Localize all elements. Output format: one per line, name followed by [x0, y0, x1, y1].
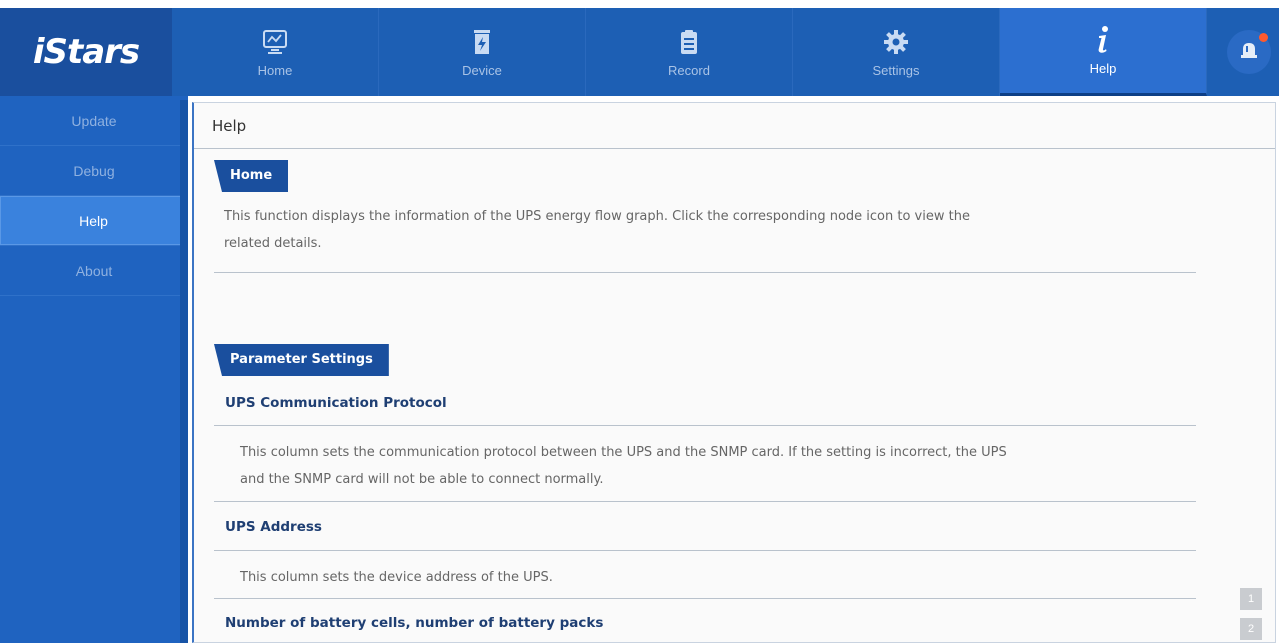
subheading-battery-cells-packs: Number of battery cells, number of batte…: [225, 615, 604, 631]
notification-dot: [1259, 33, 1268, 42]
nav-home-label: Home: [257, 62, 293, 78]
home-description-line1: This function displays the information o…: [224, 209, 970, 224]
nav-record-label: Record: [668, 62, 710, 78]
section-tag-parameter-settings: Parameter Settings: [214, 344, 389, 376]
sidebar-item-debug[interactable]: Debug: [0, 146, 188, 196]
sidebar: Update Debug Help About: [0, 96, 188, 643]
battery-device-icon: [467, 27, 497, 57]
page-title: Help: [194, 103, 1275, 149]
protocol-description-line2: and the SNMP card will not be able to co…: [240, 472, 604, 487]
nav-home[interactable]: Home: [172, 8, 379, 96]
nav-record[interactable]: Record: [586, 8, 793, 96]
divider: [214, 425, 1196, 426]
home-description-line2: related details.: [224, 236, 322, 251]
sidebar-item-help[interactable]: Help: [0, 196, 187, 246]
nav-device-label: Device: [462, 62, 502, 78]
sidebar-item-about[interactable]: About: [0, 246, 188, 296]
nav-device[interactable]: Device: [379, 8, 586, 96]
top-navigation-bar: iStars Home Device Record Settings Help: [0, 8, 1279, 96]
nav-help-label: Help: [1089, 61, 1117, 76]
app-logo: iStars: [32, 32, 140, 72]
page-button-1[interactable]: 1: [1240, 588, 1262, 610]
protocol-description-line1: This column sets the communication proto…: [240, 445, 1007, 460]
main-nav: Home Device Record Settings Help: [172, 8, 1207, 96]
page-button-2[interactable]: 2: [1240, 618, 1262, 640]
alarm-bell-icon: [1238, 39, 1260, 65]
subheading-ups-address: UPS Address: [225, 519, 322, 535]
sidebar-item-update[interactable]: Update: [0, 96, 188, 146]
gear-icon: [881, 27, 911, 57]
nav-settings-label: Settings: [872, 62, 920, 78]
divider: [214, 598, 1196, 599]
help-content-panel: Help Home This function displays the inf…: [192, 102, 1276, 643]
alarm-button[interactable]: [1227, 30, 1271, 74]
clipboard-record-icon: [674, 27, 704, 57]
logo-container: iStars: [0, 8, 172, 96]
address-description: This column sets the device address of t…: [240, 570, 553, 585]
sidebar-divider: [180, 100, 188, 643]
section-tag-home: Home: [214, 160, 289, 192]
divider: [214, 550, 1196, 551]
monitor-chart-icon: [260, 27, 290, 57]
nav-settings[interactable]: Settings: [793, 8, 1000, 96]
divider: [214, 501, 1196, 502]
nav-help[interactable]: Help: [1000, 8, 1207, 96]
info-icon: [1088, 25, 1118, 55]
subheading-ups-communication-protocol: UPS Communication Protocol: [225, 395, 447, 411]
divider: [214, 272, 1196, 273]
